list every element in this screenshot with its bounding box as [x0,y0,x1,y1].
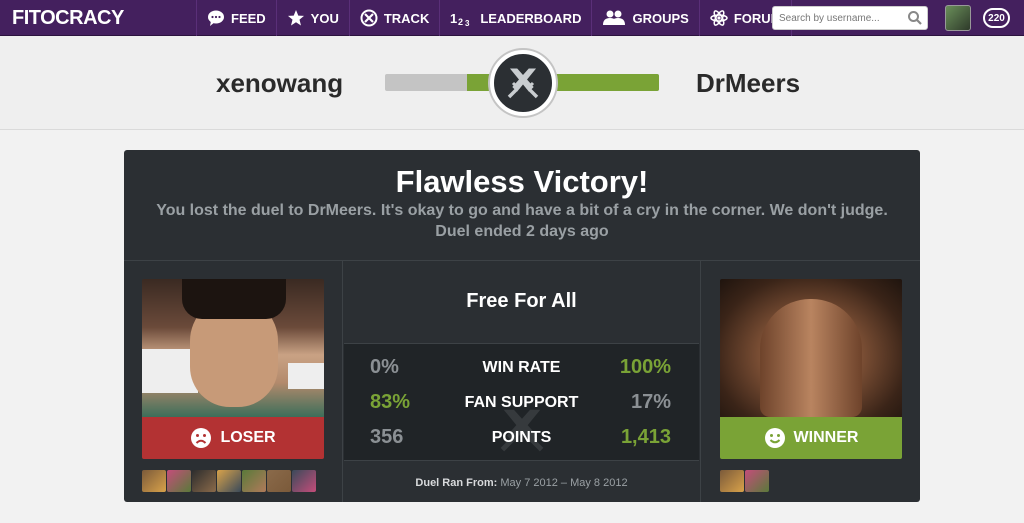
fan-avatar[interactable] [292,470,316,492]
background-sign [288,363,324,389]
nav-item-feed[interactable]: FEED [196,0,276,36]
fan-avatar[interactable] [267,470,291,492]
sad-face-icon [191,428,212,448]
user-avatar[interactable] [945,5,971,31]
svg-text:3: 3 [465,19,470,27]
winner-fan-avatars [720,470,769,492]
winner-badge: WINNER [720,417,902,459]
loser-label: LOSER [220,429,276,446]
fan-avatar[interactable] [167,470,191,492]
right-points: 1,413 [620,426,671,448]
nav-item-you[interactable]: YOU [275,0,349,36]
nav-item-label: YOU [310,10,339,26]
loser-photo[interactable] [142,279,324,417]
duel-date-range: Duel Ran From: May 7 2012 – May 8 2012 [343,477,700,489]
duel-mode: Free For All [466,290,577,312]
fan-avatar[interactable] [192,470,216,492]
nav-item-label: GROUPS [632,10,689,26]
search-input[interactable] [779,12,903,24]
fan-avatar[interactable] [720,470,744,492]
notification-badge[interactable]: 220 [983,8,1010,28]
right-fan-support: 17% [630,391,671,413]
stat-row-win-rate: 0% WIN RATE 100% [344,356,699,386]
result-title: Flawless Victory! [395,164,649,199]
happy-face-icon [764,428,785,448]
atom-icon [710,9,728,27]
loser-badge: LOSER [142,417,324,459]
track-icon [360,9,378,27]
nav-item-label: FEED [231,10,266,26]
back-muscles [760,299,862,417]
right-win-rate: 100% [619,356,671,378]
chat-bubble-icon [207,9,225,27]
search-box [772,6,928,30]
winner-label: WINNER [793,429,859,446]
svg-text:1: 1 [450,11,457,26]
nav-item-label: LEADERBOARD [480,10,582,26]
crossed-swords-icon [490,50,556,116]
star-icon [287,9,305,27]
fitocracy-logo[interactable]: FITOCRACY [12,7,124,30]
search-icon[interactable] [907,10,923,31]
fan-avatar[interactable] [217,470,241,492]
stats-table: 0% WIN RATE 100% 83% FAN SUPPORT 17% 356… [344,343,699,461]
fan-avatar[interactable] [745,470,769,492]
duel-ran-label: Duel Ran From: [415,477,498,489]
nav-item-track[interactable]: TRACK [348,0,440,36]
hair [182,279,286,319]
groups-icon [602,9,626,27]
fan-avatar[interactable] [142,470,166,492]
duel-header: xenowang DrMeers [0,36,1024,130]
nav-menu: FEED YOU TRACK 123 LEADERBOARD GROUPS FO… [196,0,793,36]
duel-ended-time: Duel ended 2 days ago [435,223,609,240]
fan-avatar[interactable] [242,470,266,492]
result-subtitle: You lost the duel to DrMeers. It's okay … [156,202,888,219]
nav-item-label: TRACK [383,10,430,26]
stat-row-points: 356 POINTS 1,413 [344,426,699,456]
winner-photo[interactable] [720,279,902,417]
leaderboard-123-icon: 123 [450,9,474,27]
svg-text:2: 2 [458,17,463,27]
loser-fan-avatars [142,470,316,492]
duel-ran-dates: May 7 2012 – May 8 2012 [500,477,628,489]
divider [124,260,920,261]
top-nav: FITOCRACY FEED YOU TRACK 123 LEADERBOARD [0,0,1024,36]
right-username[interactable]: DrMeers [696,68,800,99]
divider [700,261,701,502]
nav-item-groups[interactable]: GROUPS [591,0,698,36]
nav-item-leaderboard[interactable]: 123 LEADERBOARD [439,0,591,36]
left-username[interactable]: xenowang [216,68,343,99]
stat-row-fan-support: 83% FAN SUPPORT 17% [344,391,699,421]
duel-result-panel: Flawless Victory! You lost the duel to D… [124,150,920,502]
